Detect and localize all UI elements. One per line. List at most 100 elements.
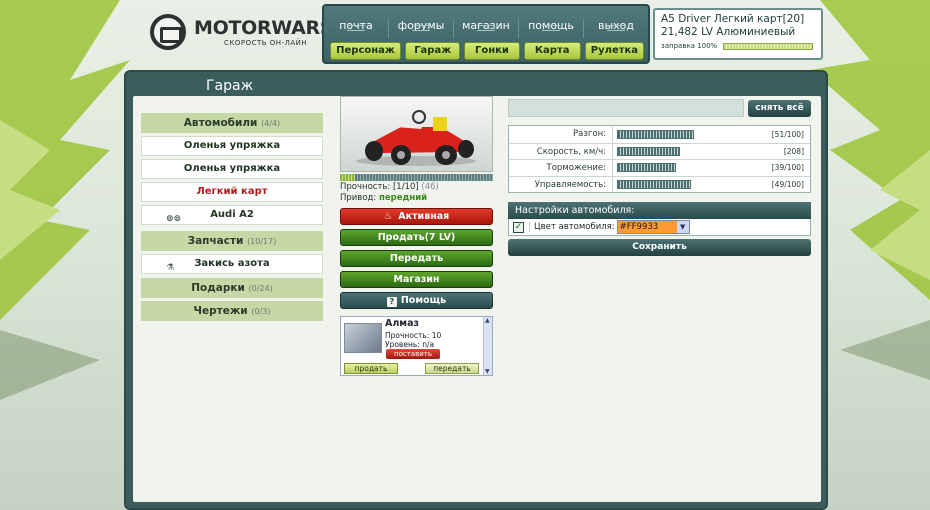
active-button[interactable]: ♨ Активная [340,208,493,225]
car-item-audi[interactable]: ⊚⊚ Audi A2 [141,205,323,225]
installed-parts-slot [508,99,744,117]
category-blueprints-label: Чертежи [193,305,248,317]
install-item-button[interactable]: поставить [386,349,440,359]
nitro-icon: ⚗ [166,263,175,273]
stat-value: [51/100] [771,129,804,139]
sell-car-button[interactable]: Продать(7 LV) [340,229,493,246]
category-cars[interactable]: Автомобили (4/4) [141,113,323,133]
durability-bar [340,174,493,181]
durability-label: Прочность: [340,182,391,192]
category-gifts-label: Подарки [191,282,245,294]
inventory-item-durability: Прочность: 10 [385,331,442,340]
nav-roulette-button[interactable]: Рулетка [584,42,645,60]
link-logout[interactable]: выход [583,19,648,38]
stats-column: снять всё Разгон: [51/100] Скорость, км/… [508,99,811,256]
category-parts[interactable]: Запчасти (10/17) [141,231,323,251]
category-cars-count: (4/4) [261,119,281,128]
stat-label: Разгон: [509,126,613,143]
category-gifts-count: (0/24) [248,284,273,293]
link-shop[interactable]: магазин [453,19,518,38]
remove-all-button[interactable]: снять всё [748,99,811,117]
transfer-car-button[interactable]: Передать [340,250,493,267]
inventory-scrollbar[interactable] [483,317,492,375]
flame-icon: ♨ [383,211,393,222]
nav-races-button[interactable]: Гонки [464,42,520,60]
stat-value: [49/100] [771,179,804,189]
stat-row: Торможение: [39/100] [509,159,810,176]
link-forums[interactable]: форумы [388,19,453,38]
logo-icon [150,14,186,50]
help-button-label: Помощь [400,295,447,306]
category-blueprints[interactable]: Чертежи (0/3) [141,301,323,321]
category-cars-label: Автомобили [183,117,258,129]
vehicle-column: Прочность: [1/10] (46) Привод: передний … [340,96,493,376]
help-button[interactable]: ? Помощь [340,292,493,309]
stat-bar-fill [617,129,694,139]
category-gifts[interactable]: Подарки (0/24) [141,278,323,298]
category-blueprints-count: (0/3) [251,307,271,316]
garage-panel: Гараж Автомобили (4/4) Оленья упряжка Ол… [124,70,828,510]
drive-label: Привод: [340,193,377,203]
shop-button[interactable]: Магазин [340,271,493,288]
audi-rings-icon: ⊚⊚ [166,214,182,224]
stat-value: [208] [783,146,804,156]
diamond-item-image [344,323,382,353]
stat-bar-fill [617,146,680,156]
part-item-nitro[interactable]: ⚗ Закись азота [141,254,323,274]
stat-row: Разгон: [51/100] [509,126,810,143]
inventory-item-name: Алмаз [385,318,420,329]
color-select[interactable]: #FF9933 ▼ [616,220,690,234]
car-money-line: 21,482 LV Алюминиевый [661,26,796,38]
kart-image [340,96,493,172]
car-item-reindeer-2[interactable]: Оленья упряжка [141,159,323,179]
color-select-value: #FF9933 [617,221,677,233]
nav-garage-button[interactable]: Гараж [405,42,461,60]
drive-value: передний [378,193,428,203]
page-title: Гараж [206,78,254,94]
category-parts-count: (10/17) [247,237,277,246]
link-mail[interactable]: почта [324,19,388,38]
stat-label: Скорость, км/ч: [509,143,613,159]
current-car-panel: A5 Driver Легкий карт[20] 21,482 LV Алюм… [653,8,823,60]
question-icon: ? [386,297,397,307]
garage-menu: Автомобили (4/4) Оленья упряжка Оленья у… [141,113,323,324]
fuel-bar [723,42,814,50]
durability-value: [1/10] [392,182,419,192]
stat-value: [39/100] [771,163,804,173]
stat-row: Управляемость: [49/100] [509,175,810,192]
inventory-list: Алмаз Прочность: 10 Уровень: n/a постави… [340,316,493,376]
stat-bar [617,129,767,139]
give-item-button[interactable]: передать [425,363,479,374]
durability-line: Прочность: [1/10] (46) [340,182,493,192]
chevron-down-icon: ▼ [676,221,689,233]
save-button[interactable]: Сохранить [508,239,811,256]
stat-label: Управляемость: [509,176,613,192]
car-item-audi-label: Audi A2 [210,209,254,220]
settings-header: Настройки автомобиля: [508,202,811,219]
car-driver-line: A5 Driver Легкий карт[20] [661,13,805,25]
stat-label: Торможение: [509,160,613,176]
sell-item-button[interactable]: продать [344,363,398,374]
drive-line: Привод: передний [340,193,493,203]
durability-extra: (46) [421,182,439,192]
car-settings: Настройки автомобиля: ✓ Цвет автомобиля:… [508,202,811,256]
durability-bar-fill [340,174,356,181]
inventory-item-level: Уровень: n/a [385,340,435,349]
stats-table: Разгон: [51/100] Скорость, км/ч: [208] Т… [508,125,811,193]
stat-row: Скорость, км/ч: [208] [509,142,810,159]
top-navigation: почта форумы магазин помощь выход Персон… [322,4,650,64]
stat-bar [617,163,767,173]
part-item-nitro-label: Закись азота [194,258,270,269]
color-checkbox[interactable]: ✓ [513,221,524,233]
active-button-label: Активная [398,211,450,222]
stat-bar-fill [617,163,676,173]
link-help[interactable]: помощь [518,19,583,38]
category-parts-label: Запчасти [187,235,244,247]
car-item-reindeer-1[interactable]: Оленья упряжка [141,136,323,156]
car-item-kart[interactable]: Легкий карт [141,182,323,202]
stat-bar-fill [617,179,691,189]
fuel-label: заправка 100% [661,42,718,50]
nav-character-button[interactable]: Персонаж [330,42,402,60]
stat-bar [617,146,767,156]
nav-map-button[interactable]: Карта [523,42,581,60]
